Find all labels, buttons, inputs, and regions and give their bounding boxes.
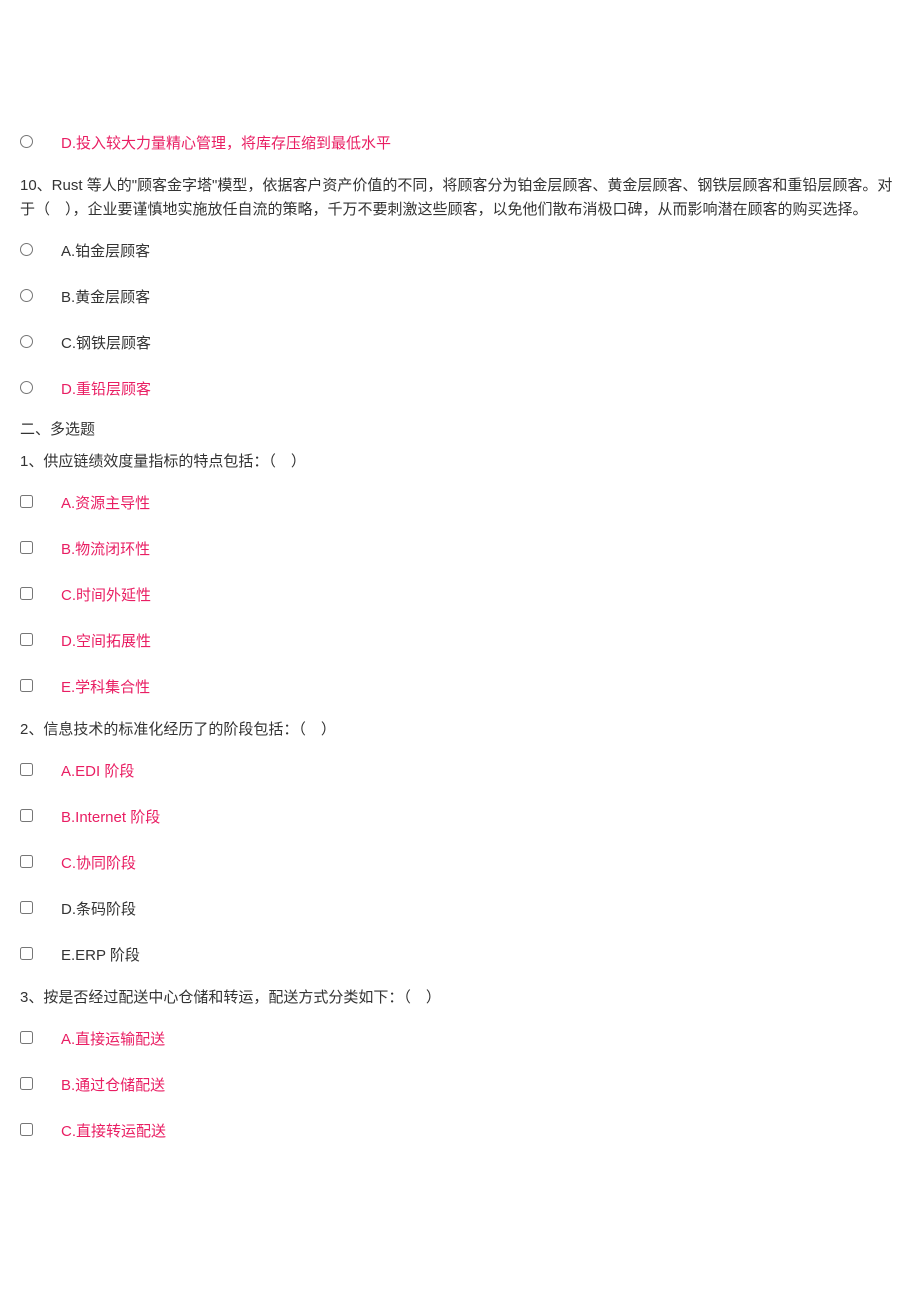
q10-option-d-radio[interactable] xyxy=(20,381,33,394)
mq3-option-c-row: C.直接转运配送 xyxy=(20,1108,900,1154)
mq1-option-b-label: B.物流闭环性 xyxy=(61,536,150,562)
mq1-option-d-row: D.空间拓展性 xyxy=(20,618,900,664)
mq2-option-c-label: C.协同阶段 xyxy=(61,850,136,876)
mq2-option-b-row: B.Internet 阶段 xyxy=(20,794,900,840)
q9-option-d-label: D.投入较大力量精心管理，将库存压缩到最低水平 xyxy=(61,130,391,156)
q10-option-a-radio[interactable] xyxy=(20,243,33,256)
mq1-option-c-label: C.时间外延性 xyxy=(61,582,151,608)
q10-option-b-row: B.黄金层顾客 xyxy=(20,274,900,320)
section-2-title: 二、多选题 xyxy=(20,412,900,442)
mq3-option-c-label: C.直接转运配送 xyxy=(61,1118,166,1144)
mq2-option-a-label: A.EDI 阶段 xyxy=(61,758,134,784)
mq2-question-text: 2、信息技术的标准化经历了的阶段包括：（ ） xyxy=(20,710,900,748)
mq3-option-a-label: A.直接运输配送 xyxy=(61,1026,165,1052)
q9-option-d-radio[interactable] xyxy=(20,135,33,148)
q10-option-d-label: D.重铅层顾客 xyxy=(61,376,151,402)
mq2-option-e-label: E.ERP 阶段 xyxy=(61,942,140,968)
mq1-option-b-checkbox[interactable] xyxy=(20,541,33,554)
mq1-option-e-row: E.学科集合性 xyxy=(20,664,900,710)
mq1-option-e-label: E.学科集合性 xyxy=(61,674,150,700)
mq2-option-b-checkbox[interactable] xyxy=(20,809,33,822)
mq1-option-e-checkbox[interactable] xyxy=(20,679,33,692)
mq1-option-d-checkbox[interactable] xyxy=(20,633,33,646)
q10-option-b-label: B.黄金层顾客 xyxy=(61,284,150,310)
q10-option-c-row: C.钢铁层顾客 xyxy=(20,320,900,366)
mq2-option-d-checkbox[interactable] xyxy=(20,901,33,914)
mq3-option-c-checkbox[interactable] xyxy=(20,1123,33,1136)
mq3-option-a-row: A.直接运输配送 xyxy=(20,1016,900,1062)
mq1-option-a-label: A.资源主导性 xyxy=(61,490,150,516)
mq2-option-d-label: D.条码阶段 xyxy=(61,896,136,922)
q10-option-c-radio[interactable] xyxy=(20,335,33,348)
mq1-option-a-row: A.资源主导性 xyxy=(20,480,900,526)
q10-option-a-label: A.铂金层顾客 xyxy=(61,238,150,264)
mq3-option-b-label: B.通过仓储配送 xyxy=(61,1072,165,1098)
mq2-option-e-checkbox[interactable] xyxy=(20,947,33,960)
q10-option-c-label: C.钢铁层顾客 xyxy=(61,330,151,356)
mq3-option-a-checkbox[interactable] xyxy=(20,1031,33,1044)
mq3-option-b-checkbox[interactable] xyxy=(20,1077,33,1090)
mq2-option-e-row: E.ERP 阶段 xyxy=(20,932,900,978)
mq1-option-c-checkbox[interactable] xyxy=(20,587,33,600)
mq1-option-a-checkbox[interactable] xyxy=(20,495,33,508)
mq2-option-c-checkbox[interactable] xyxy=(20,855,33,868)
mq2-option-a-row: A.EDI 阶段 xyxy=(20,748,900,794)
q9-option-d-row: D.投入较大力量精心管理，将库存压缩到最低水平 xyxy=(20,120,900,166)
mq2-option-a-checkbox[interactable] xyxy=(20,763,33,776)
mq2-option-b-label: B.Internet 阶段 xyxy=(61,804,160,830)
mq1-question-text: 1、供应链绩效度量指标的特点包括：（ ） xyxy=(20,442,900,480)
q10-option-a-row: A.铂金层顾客 xyxy=(20,228,900,274)
mq2-option-c-row: C.协同阶段 xyxy=(20,840,900,886)
mq3-option-b-row: B.通过仓储配送 xyxy=(20,1062,900,1108)
q10-option-d-row: D.重铅层顾客 xyxy=(20,366,900,412)
q10-option-b-radio[interactable] xyxy=(20,289,33,302)
mq1-option-b-row: B.物流闭环性 xyxy=(20,526,900,572)
mq1-option-d-label: D.空间拓展性 xyxy=(61,628,151,654)
mq1-option-c-row: C.时间外延性 xyxy=(20,572,900,618)
q10-question-text: 10、Rust 等人的"顾客金字塔"模型，依据客户资产价值的不同，将顾客分为铂金… xyxy=(20,166,900,228)
mq3-question-text: 3、按是否经过配送中心仓储和转运，配送方式分类如下：（ ） xyxy=(20,978,900,1016)
mq2-option-d-row: D.条码阶段 xyxy=(20,886,900,932)
